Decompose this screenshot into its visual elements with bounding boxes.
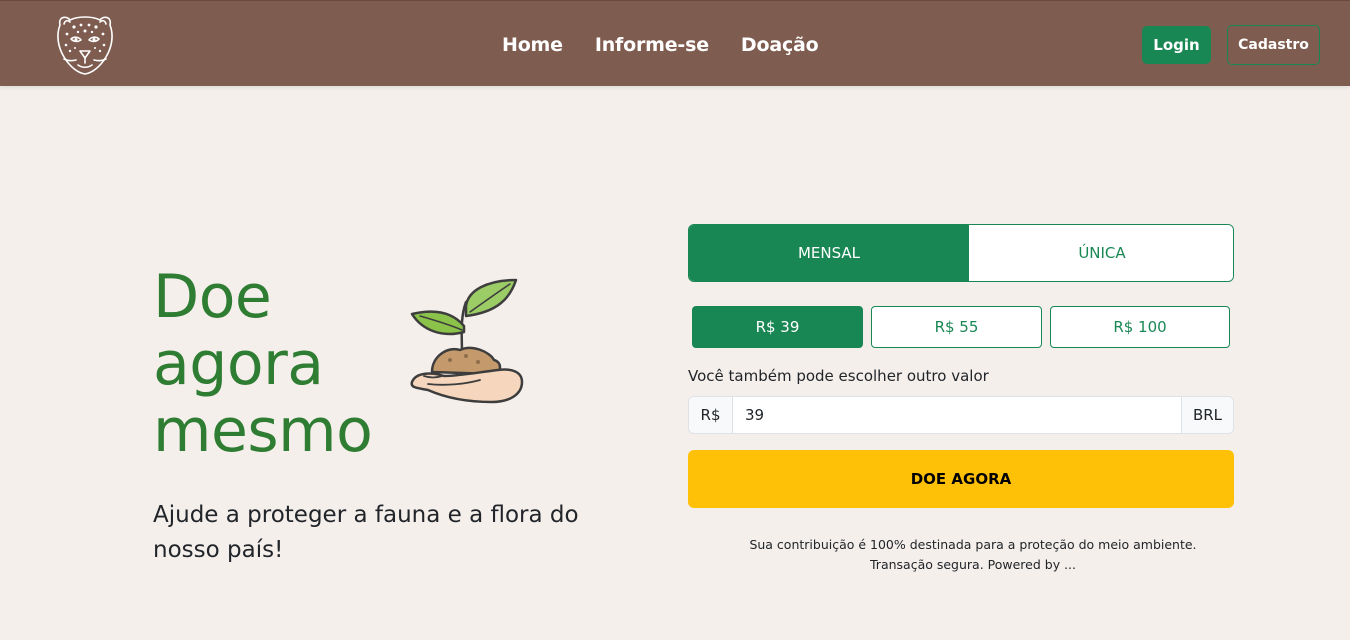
jaguar-head-icon[interactable] xyxy=(54,13,116,76)
amount-55-button[interactable]: R$ 55 xyxy=(871,306,1042,348)
footnote-line: Transação segura. Powered by ... xyxy=(870,557,1076,572)
frequency-monthly-button[interactable]: MENSAL xyxy=(689,225,969,281)
nav-link-home[interactable]: Home xyxy=(502,34,563,56)
donate-now-button[interactable]: DOE AGORA xyxy=(688,450,1234,508)
signup-button[interactable]: Cadastro xyxy=(1227,25,1320,65)
hero-subtitle: Ajude a proteger a fauna e a flora do no… xyxy=(153,502,579,563)
currency-suffix: BRL xyxy=(1181,397,1233,433)
plant-in-hand-icon xyxy=(410,278,524,404)
main-nav: Home Informe-se Doação xyxy=(502,34,819,56)
hero-title: Doe agora mesmo xyxy=(153,264,413,465)
nav-link-informe-se[interactable]: Informe-se xyxy=(595,34,709,56)
frequency-toggle: MENSAL ÚNICA xyxy=(688,224,1234,282)
hero-title-line: Doe xyxy=(153,262,272,332)
custom-amount-group: R$ BRL xyxy=(688,396,1234,434)
amount-39-button[interactable]: R$ 39 xyxy=(692,306,863,348)
custom-amount-input[interactable] xyxy=(733,397,1181,433)
donation-footnote: Sua contribuição é 100% destinada para a… xyxy=(688,535,1258,575)
frequency-once-button[interactable]: ÚNICA xyxy=(969,225,1233,281)
amount-100-button[interactable]: R$ 100 xyxy=(1050,306,1230,348)
other-amount-label: Você também pode escolher outro valor xyxy=(688,367,989,385)
navbar: Home Informe-se Doação Login Cadastro xyxy=(0,0,1350,86)
hero-title-line: agora xyxy=(153,329,324,399)
login-button[interactable]: Login xyxy=(1142,26,1211,64)
nav-link-doacao[interactable]: Doação xyxy=(741,34,819,56)
currency-prefix: R$ xyxy=(689,397,733,433)
footnote-line: Sua contribuição é 100% destinada para a… xyxy=(749,537,1197,552)
hero-title-line: mesmo xyxy=(153,396,373,466)
